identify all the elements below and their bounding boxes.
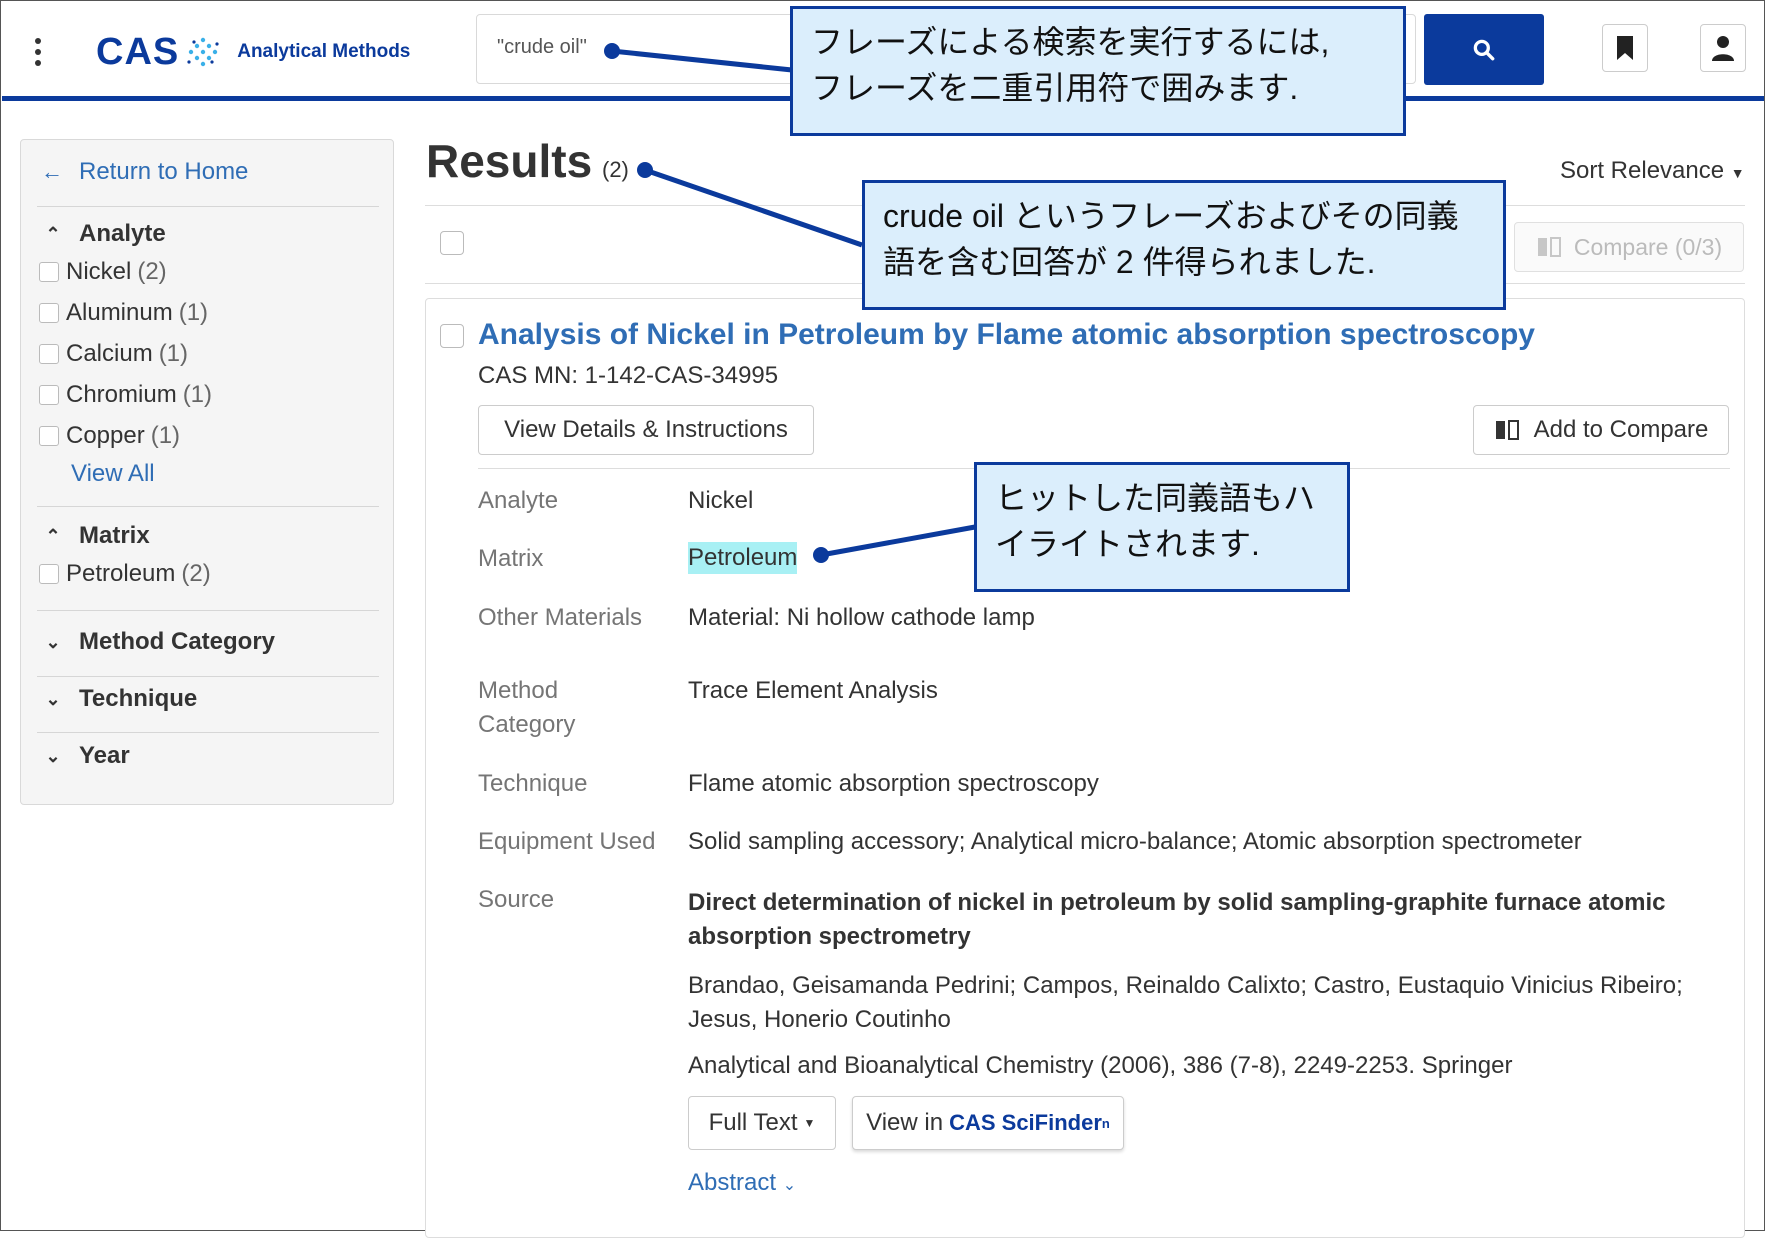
- callout-anchor-dot: [813, 547, 829, 563]
- callout-text-line: 語を含む回答が 2 件得られました.: [883, 244, 1376, 280]
- callout-text-line: イライトされます.: [995, 526, 1260, 562]
- callout-text-line: フレーズを二重引用符で囲みます.: [811, 70, 1299, 106]
- callout-results-count: crude oil というフレーズおよびその同義 語を含む回答が 2 件得られま…: [862, 180, 1506, 310]
- callout-anchor-dot: [604, 43, 620, 59]
- callout-synonym-highlight: ヒットした同義語もハ イライトされます.: [974, 462, 1350, 592]
- callout-anchor-dot: [637, 162, 653, 178]
- callout-text-line: ヒットした同義語もハ: [995, 480, 1316, 516]
- callout-text-line: crude oil というフレーズおよびその同義: [883, 198, 1459, 234]
- callout-text-line: フレーズによる検索を実行するには,: [811, 24, 1330, 60]
- callout-phrase-search: フレーズによる検索を実行するには, フレーズを二重引用符で囲みます.: [790, 6, 1406, 136]
